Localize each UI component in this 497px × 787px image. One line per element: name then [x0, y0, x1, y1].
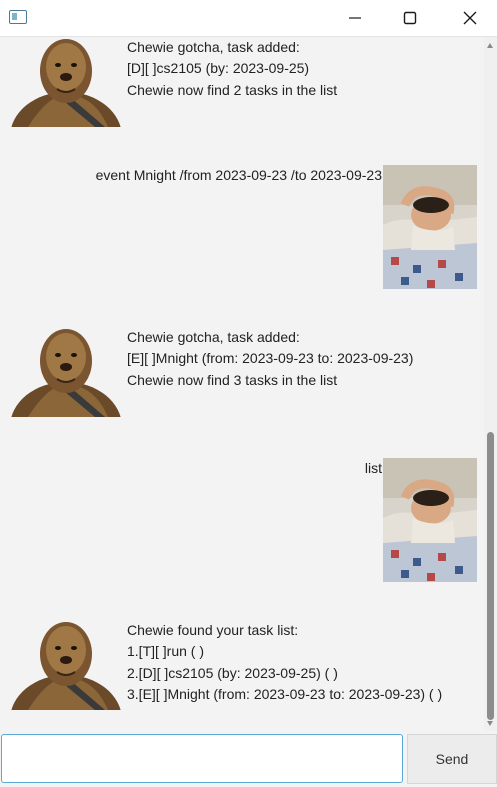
- bot-message-row: Chewie found your task list: 1.[T][ ]run…: [0, 620, 484, 714]
- vertical-scrollbar[interactable]: [484, 37, 497, 731]
- minimize-button[interactable]: [332, 0, 378, 36]
- bot-message-text: Chewie gotcha, task added: [D][ ]cs2105 …: [127, 39, 338, 98]
- chewbacca-avatar: [11, 329, 121, 417]
- user-message-text: event Mnight /from 2023-09-23 /to 2023-0…: [95, 167, 382, 183]
- bot-message-row: Chewie gotcha, task added: [E][ ]Mnight …: [0, 327, 484, 417]
- scrollbar-thumb[interactable]: [487, 432, 494, 720]
- user-message-row: event Mnight /from 2023-09-23 /to 2023-0…: [0, 165, 484, 289]
- title-bar: [0, 0, 497, 37]
- close-button[interactable]: [447, 0, 493, 36]
- chat-scroll-area[interactable]: Chewie gotcha, task added: [D][ ]cs2105 …: [0, 37, 484, 731]
- chewbacca-avatar: [11, 622, 121, 710]
- user-avatar: [383, 458, 477, 582]
- chewbacca-avatar: [11, 39, 121, 127]
- scroll-down-arrow-icon[interactable]: [487, 721, 493, 726]
- bot-message-text: Chewie gotcha, task added: [E][ ]Mnight …: [127, 329, 414, 388]
- app-window-icon: [9, 10, 27, 24]
- input-bar: Send: [0, 731, 497, 787]
- bot-message-text: Chewie found your task list: 1.[T][ ]run…: [127, 622, 443, 702]
- bot-message-row: Chewie gotcha, task added: [D][ ]cs2105 …: [0, 37, 484, 127]
- scroll-up-arrow-icon[interactable]: [487, 43, 493, 48]
- maximize-button[interactable]: [387, 0, 433, 36]
- minimize-icon: [349, 17, 361, 19]
- send-button[interactable]: Send: [407, 734, 497, 784]
- user-message-row: list: [0, 458, 484, 582]
- message-input[interactable]: [1, 734, 403, 783]
- user-avatar: [383, 165, 477, 289]
- close-icon: [463, 11, 477, 25]
- maximize-icon: [403, 11, 417, 25]
- user-message-text: list: [364, 460, 382, 476]
